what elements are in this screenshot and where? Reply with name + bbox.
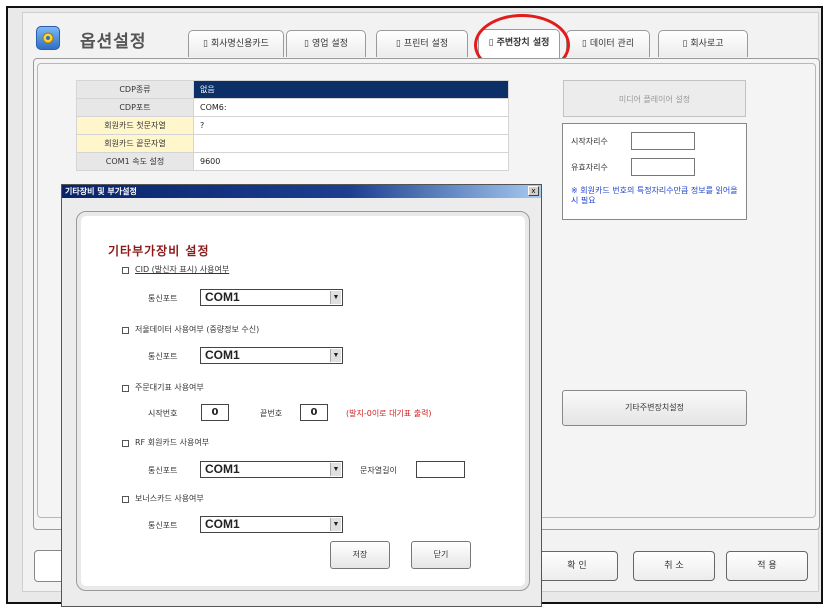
select-value: COM1 [205, 290, 240, 304]
start-number-label: 시작번호 [148, 409, 178, 418]
chevron-down-icon[interactable]: ▼ [330, 463, 341, 476]
setting-label: CDP종류 [76, 80, 194, 99]
cid-checkbox[interactable] [122, 267, 129, 274]
gear-icon [36, 26, 60, 50]
etc-peripheral-button[interactable]: 기타주변장치설정 [562, 390, 747, 426]
setting-value[interactable]: ? [193, 116, 509, 135]
valid-digit-input[interactable] [631, 158, 695, 176]
table-row[interactable]: COM1 속도 설정 9600 [76, 152, 509, 171]
setting-label: 회원카드 끝문자열 [76, 134, 194, 153]
tab-label: 영업 설정 [311, 39, 348, 49]
ok-button[interactable]: 확 인 [536, 551, 618, 581]
cid-label: CID (발신자 표시) 사용여부 [135, 265, 230, 274]
rf-port-label: 통신포트 [148, 466, 178, 475]
string-length-input[interactable] [416, 461, 465, 478]
scale-data-checkbox[interactable] [122, 327, 129, 334]
start-digit-label: 시작자리수 [571, 137, 608, 146]
setting-value[interactable] [193, 134, 509, 153]
rf-port-select[interactable]: COM1 ▼ [200, 461, 343, 478]
order-ticket-label: 주문대기표 사용여부 [135, 383, 204, 392]
scale-port-select[interactable]: COM1 ▼ [200, 347, 343, 364]
start-digit-input[interactable] [631, 132, 695, 150]
tab-sales-settings[interactable]: ▯ 영업 설정 [286, 30, 366, 57]
bonus-port-label: 통신포트 [148, 521, 178, 530]
cid-port-label: 통신포트 [148, 294, 178, 303]
tab-company-logo[interactable]: ▯ 회사로고 [658, 30, 748, 57]
tab-company-card[interactable]: ▯ 회사명신용카드 [188, 30, 284, 57]
tab-label: 회사명신용카드 [210, 39, 269, 49]
tab-data-management[interactable]: ▯ 데이터 관리 [566, 30, 650, 57]
dialog-titlebar[interactable]: 기타장비 및 부가설정 x [62, 185, 541, 198]
start-number-input[interactable]: 0 [201, 404, 229, 421]
tab-label: 데이터 관리 [589, 39, 635, 49]
scale-data-label: 저울데이터 사용여부 (중량정보 수신) [135, 325, 260, 334]
save-button[interactable]: 저장 [330, 541, 390, 569]
table-row[interactable]: CDP종류 없음 [76, 80, 509, 99]
tab-printer-settings[interactable]: ▯ 프린터 설정 [376, 30, 468, 57]
valid-digit-label: 유효자리수 [571, 163, 608, 172]
select-value: COM1 [205, 348, 240, 362]
scale-port-label: 통신포트 [148, 352, 178, 361]
apply-button[interactable]: 적 용 [726, 551, 808, 581]
settings-table: CDP종류 없음 CDP포트 COM6: 회원카드 첫문자열? 회원카드 끝문자열 … [76, 80, 509, 171]
table-row[interactable]: 회원카드 첫문자열? [76, 116, 509, 135]
bonus-port-select[interactable]: COM1 ▼ [200, 516, 343, 533]
setting-label: COM1 속도 설정 [76, 152, 194, 171]
close-icon[interactable]: x [528, 186, 539, 196]
setting-value[interactable]: 없음 [193, 80, 509, 99]
card-digit-box: 시작자리수 유효자리수 ※ 회원카드 번호의 특정자리수만큼 정보를 읽어올 시… [562, 123, 747, 220]
table-row[interactable]: CDP포트 COM6: [76, 98, 509, 117]
bonus-card-checkbox[interactable] [122, 496, 129, 503]
rf-card-checkbox[interactable] [122, 440, 129, 447]
section-title: 기타부가장비 설정 [108, 244, 210, 258]
close-button[interactable]: 닫기 [411, 541, 471, 569]
setting-value[interactable]: COM6: [193, 98, 509, 117]
string-length-label: 문자열길이 [360, 466, 397, 475]
cancel-button[interactable]: 취 소 [633, 551, 715, 581]
dialog-title: 기타장비 및 부가설정 [65, 187, 137, 196]
end-number-label: 끝번호 [260, 409, 283, 418]
chevron-down-icon[interactable]: ▼ [330, 291, 341, 304]
order-ticket-note: (발지-0이로 대기표 출력) [346, 409, 432, 418]
rf-card-label: RF 회원카드 사용여부 [135, 438, 210, 447]
setting-label: 회원카드 첫문자열 [76, 116, 194, 135]
setting-label: CDP포트 [76, 98, 194, 117]
cid-port-select[interactable]: COM1 ▼ [200, 289, 343, 306]
select-value: COM1 [205, 462, 240, 476]
end-number-input[interactable]: 0 [300, 404, 328, 421]
media-player-settings-button[interactable]: 미디어 플레이어 설정 [563, 80, 746, 117]
setting-value[interactable]: 9600 [193, 152, 509, 171]
chevron-down-icon[interactable]: ▼ [330, 518, 341, 531]
chevron-down-icon[interactable]: ▼ [330, 349, 341, 362]
tab-label: 프린터 설정 [403, 39, 449, 49]
select-value: COM1 [205, 517, 240, 531]
digit-note: ※ 회원카드 번호의 특정자리수만큼 정보를 읽어올 시 필요 [571, 186, 738, 205]
order-ticket-checkbox[interactable] [122, 385, 129, 392]
table-row[interactable]: 회원카드 끝문자열 [76, 134, 509, 153]
bonus-card-label: 보너스카드 사용여부 [135, 494, 204, 503]
tab-label: 회사로고 [690, 39, 724, 49]
window-title: 옵션설정 [80, 32, 147, 52]
